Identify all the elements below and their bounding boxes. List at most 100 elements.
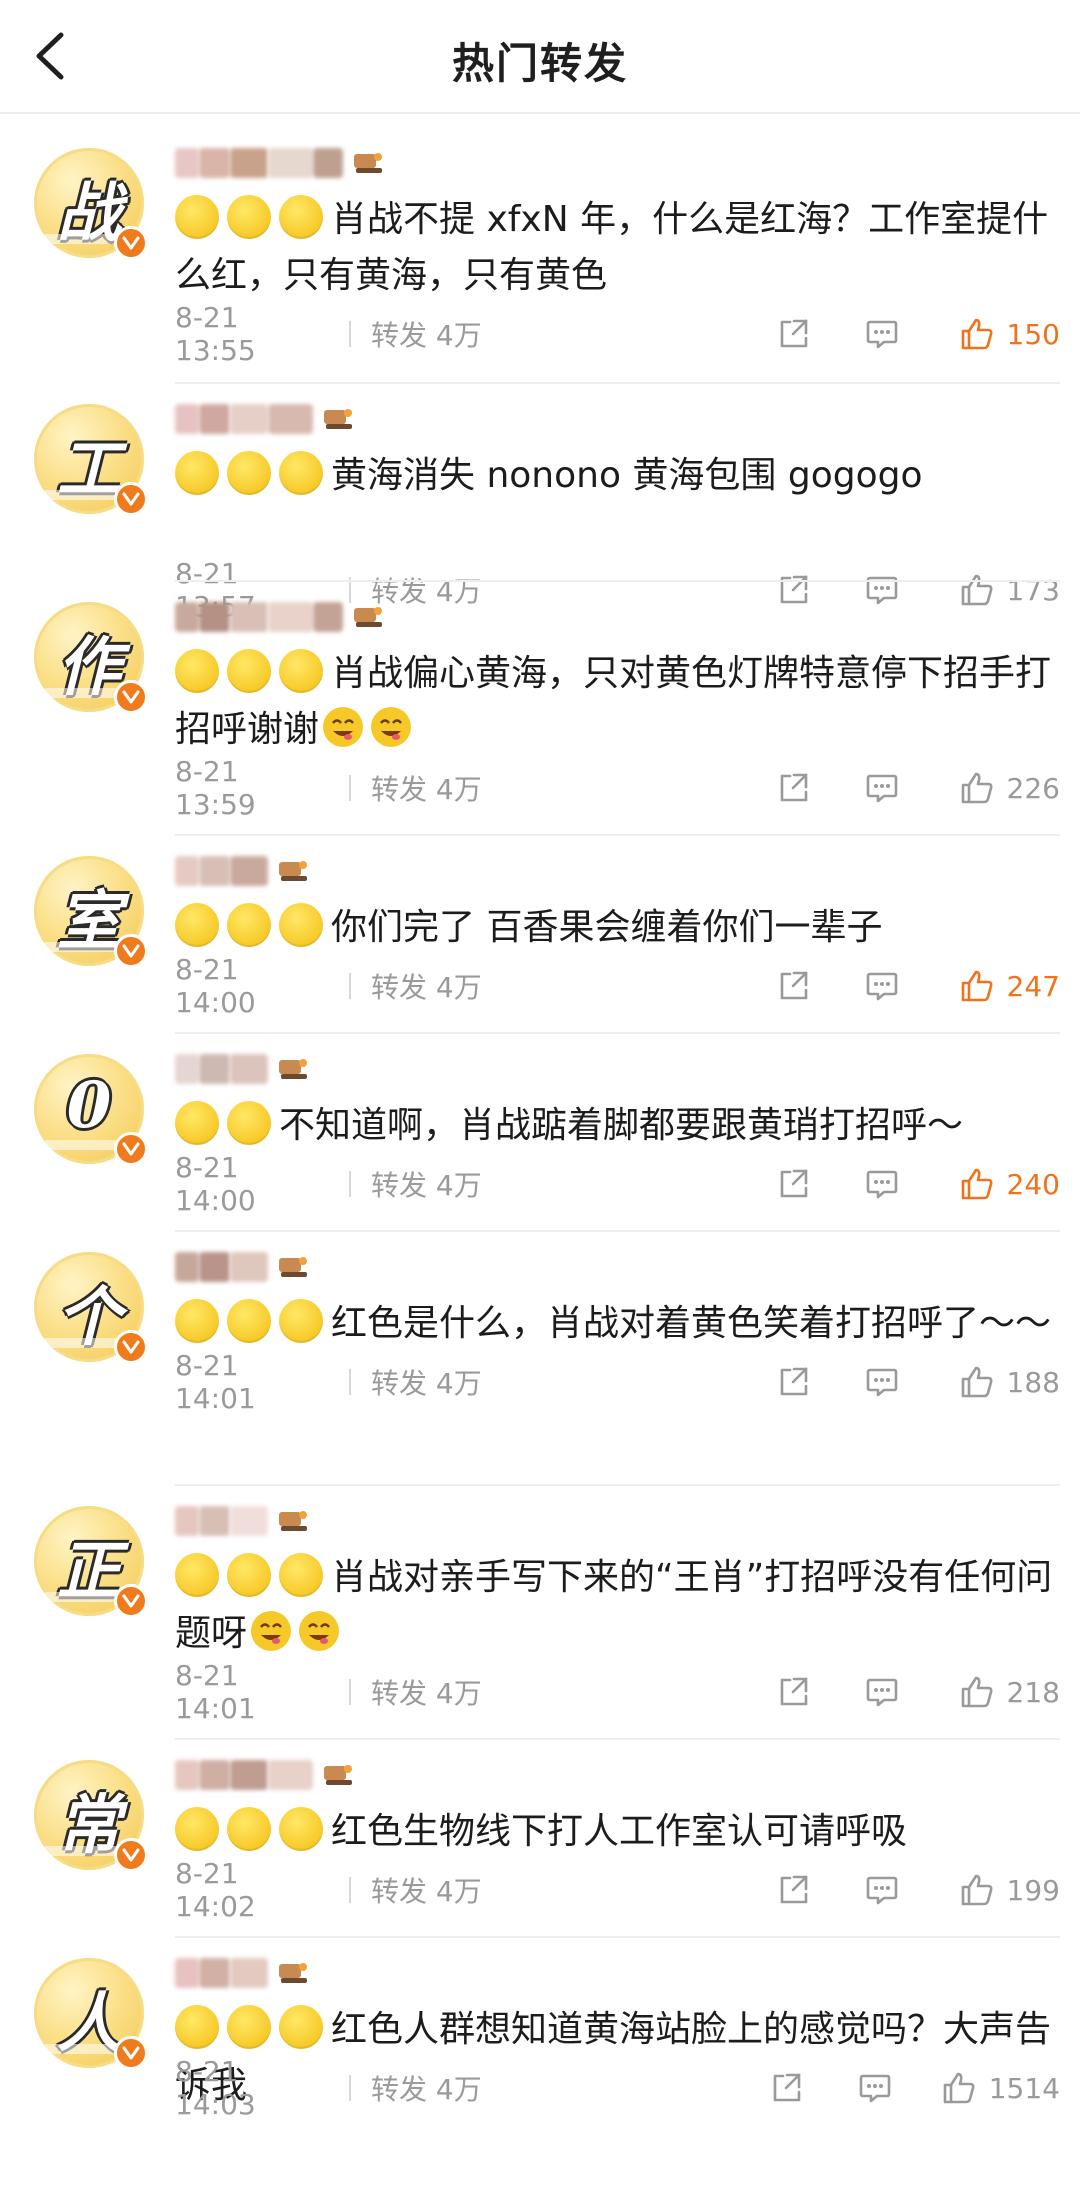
- check-v-icon: [122, 492, 140, 506]
- comment-bubble-icon: [866, 1368, 898, 1397]
- username-blurred[interactable]: [175, 144, 383, 182]
- comment-button[interactable]: [862, 1362, 902, 1402]
- username-mosaic-block: [199, 1958, 230, 1988]
- avatar[interactable]: 个: [34, 1252, 148, 1364]
- smiling-face-icon: [251, 1611, 292, 1651]
- comment-bubble-icon: [866, 320, 898, 349]
- share-icon: [780, 773, 808, 802]
- share-icon: [780, 319, 808, 348]
- like-button[interactable]: 240: [948, 1166, 1060, 1202]
- action-bar: 247: [774, 966, 1060, 1006]
- like-count: 218: [1006, 1675, 1060, 1709]
- avatar[interactable]: 室: [34, 856, 148, 968]
- like-count: 226: [1006, 771, 1060, 805]
- share-button[interactable]: [774, 314, 814, 354]
- avatar[interactable]: 工: [34, 404, 148, 516]
- comment-body: 红色是什么，肖战对着黄色笑着打招呼了～～: [331, 1303, 1052, 1344]
- username-blurred[interactable]: [175, 852, 308, 890]
- action-bar: 188: [774, 1362, 1060, 1402]
- comment-meta: 8-21 14:01 转发 4万 188: [175, 1349, 1060, 1415]
- yellow-circle-emoji-icon: [227, 451, 271, 495]
- avatar[interactable]: 常: [34, 1760, 148, 1872]
- comment-button[interactable]: [862, 1672, 902, 1712]
- comment-button[interactable]: [862, 768, 902, 808]
- comment-text: 肖战不提 xfxN 年，什么是红海？工作室提什么红，只有黄海，只有黄色: [175, 192, 1055, 304]
- repost-item: 常 红色生物线下打人工作室认可请呼吸 8-21 14:02 转发 4万 199: [0, 1740, 1080, 1938]
- username-blurred[interactable]: [175, 1502, 308, 1540]
- like-button[interactable]: 199: [948, 1872, 1060, 1908]
- like-count: 188: [1006, 1365, 1060, 1399]
- yellow-circle-emoji-icon: [279, 195, 323, 239]
- member-level-icon: [351, 602, 383, 632]
- fan-level-icon: [279, 1963, 307, 1983]
- like-button[interactable]: 150: [948, 316, 1060, 352]
- username-blurred[interactable]: [175, 598, 383, 636]
- share-button[interactable]: [767, 2068, 807, 2108]
- comment-bubble-icon: [866, 1876, 898, 1905]
- verified-badge-icon: [114, 1838, 148, 1872]
- username-mosaic-block: [175, 1252, 199, 1282]
- avatar[interactable]: 战: [34, 148, 148, 260]
- username-blurred[interactable]: [175, 1050, 308, 1088]
- share-icon: [780, 1677, 808, 1706]
- username-mosaic-block: [268, 602, 313, 632]
- share-button[interactable]: [774, 1672, 814, 1712]
- username-mosaic-block: [268, 1760, 313, 1790]
- share-button[interactable]: [774, 1164, 814, 1204]
- smiling-face-icon: [371, 707, 412, 747]
- share-button[interactable]: [774, 768, 814, 808]
- thumbs-up-icon: [943, 2072, 975, 2104]
- repost-list: 战肖战不提 xfxN 年，什么是红海？工作室提什么红，只有黄海，只有黄色 8-21…: [0, 114, 1080, 2192]
- yellow-circle-emoji-icon: [227, 1807, 271, 1851]
- comment-text: 肖战偏心黄海，只对黄色灯牌特意停下招手打招呼谢谢: [175, 646, 1055, 758]
- like-button[interactable]: 218: [948, 1674, 1060, 1710]
- username-mosaic-block: [268, 148, 313, 178]
- yellow-circle-emoji-icon: [175, 1553, 219, 1597]
- like-button[interactable]: 188: [948, 1364, 1060, 1400]
- share-icon: [780, 1169, 808, 1198]
- username-mosaic-block: [199, 1506, 230, 1536]
- username-mosaic-block: [230, 1760, 268, 1790]
- comment-meta: 8-21 13:55 转发 4万 150: [175, 301, 1060, 367]
- like-button[interactable]: 226: [948, 770, 1060, 806]
- comment-button[interactable]: [862, 1870, 902, 1910]
- avatar[interactable]: 作: [34, 602, 148, 714]
- action-bar: 150: [774, 314, 1060, 354]
- comment-button[interactable]: [862, 1164, 902, 1204]
- username-blurred[interactable]: [175, 1248, 308, 1286]
- username-blurred[interactable]: [175, 400, 353, 438]
- avatar[interactable]: 0: [34, 1054, 148, 1166]
- like-button[interactable]: 1514: [941, 2070, 1060, 2106]
- share-button[interactable]: [774, 1870, 814, 1910]
- forward-count: 转发 4万: [371, 2073, 482, 2106]
- check-v-icon: [122, 944, 140, 958]
- comment-body: 你们完了 百香果会缠着你们一辈子: [331, 907, 883, 948]
- repost-item: 工黄海消失 nonono 黄海包围 gogogo8-21 13:57转发 4万1…: [0, 384, 1080, 623]
- avatar[interactable]: 人: [34, 1958, 148, 2070]
- username-mosaic-block: [313, 602, 343, 632]
- verified-badge-icon: [114, 680, 148, 714]
- share-icon: [780, 1367, 808, 1396]
- forward-count: 转发 4万: [371, 1169, 482, 1202]
- share-button[interactable]: [774, 1362, 814, 1402]
- share-button[interactable]: [774, 966, 814, 1006]
- like-button[interactable]: 247: [948, 968, 1060, 1004]
- username-mosaic-block: [230, 404, 268, 434]
- username-blurred[interactable]: [175, 1756, 353, 1794]
- yellow-circle-emoji-icon: [279, 2005, 323, 2049]
- yellow-circle-emoji-icon: [227, 195, 271, 239]
- yellow-circle-emoji-icon: [175, 195, 219, 239]
- username-blurred[interactable]: [175, 1954, 308, 1992]
- username-mosaic-block: [230, 1506, 268, 1536]
- comment-button[interactable]: [862, 966, 902, 1006]
- yellow-circle-emoji-icon: [227, 2005, 271, 2049]
- username-mosaic-block: [230, 1958, 268, 1988]
- comment-button[interactable]: [855, 2068, 895, 2108]
- comment-text: 不知道啊，肖战踮着脚都要跟黄琑打招呼～: [175, 1098, 1055, 1154]
- thumbs-up-icon: [961, 1676, 993, 1708]
- avatar[interactable]: 正: [34, 1506, 148, 1618]
- comment-button[interactable]: [862, 314, 902, 354]
- comment-meta: 8-21 14:00 转发 4万 240: [175, 1151, 1060, 1217]
- member-level-icon: [276, 1506, 308, 1536]
- divider: [349, 321, 351, 347]
